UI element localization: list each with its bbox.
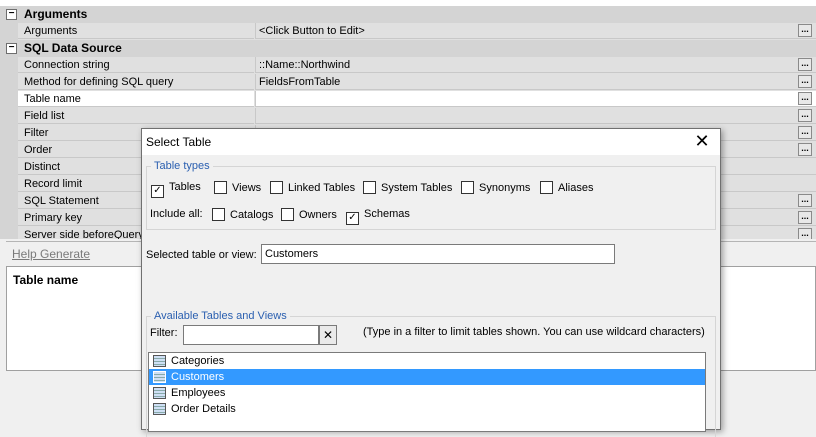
- checkbox-schemas[interactable]: ✓ Schemas: [346, 208, 410, 225]
- table-icon: [153, 387, 166, 399]
- checkbox-label: Synonyms: [479, 182, 531, 194]
- help-generate-link[interactable]: Help Generate: [12, 247, 90, 261]
- table-icon: [153, 355, 166, 367]
- property-row-method[interactable]: Method for defining SQL query FieldsFrom…: [0, 74, 816, 91]
- row-gutter: [0, 57, 18, 74]
- checkbox-label: Linked Tables: [288, 182, 356, 194]
- property-row-arguments[interactable]: Arguments <Click Button to Edit> ...: [0, 23, 816, 40]
- collapse-icon[interactable]: −: [6, 43, 17, 54]
- collapse-icon[interactable]: −: [6, 9, 17, 20]
- row-gutter: [0, 108, 18, 125]
- category-sql-data-source[interactable]: − SQL Data Source: [0, 40, 816, 57]
- list-item[interactable]: Categories: [149, 353, 705, 369]
- ellipsis-button[interactable]: ...: [798, 126, 812, 139]
- checkbox-views[interactable]: Views: [214, 181, 261, 195]
- checkbox-label: Owners: [299, 209, 337, 221]
- property-name: Connection string: [18, 57, 254, 73]
- row-gutter: [0, 210, 18, 227]
- checkbox-synonyms[interactable]: Synonyms: [461, 181, 530, 195]
- list-item-selected[interactable]: Customers: [149, 369, 705, 385]
- checkbox-label: Catalogs: [230, 209, 274, 221]
- include-all-label: Include all:: [150, 208, 203, 220]
- ellipsis-button[interactable]: ...: [798, 109, 812, 122]
- checkbox-label: Tables: [169, 181, 201, 193]
- property-name: Table name: [18, 91, 254, 107]
- row-gutter: [0, 23, 18, 40]
- property-value[interactable]: [255, 91, 816, 107]
- description-title: Table name: [13, 273, 79, 287]
- list-item-label: Order Details: [171, 403, 236, 415]
- filter-input[interactable]: [183, 325, 319, 345]
- selected-table-label: Selected table or view:: [146, 249, 257, 261]
- row-gutter: [0, 227, 18, 239]
- row-gutter: [0, 74, 18, 91]
- filter-hint: (Type in a filter to limit tables shown.…: [363, 326, 705, 338]
- checkbox-owners[interactable]: Owners: [281, 208, 337, 222]
- checkbox-icon[interactable]: [212, 208, 225, 221]
- property-row-field-list[interactable]: Field list ...: [0, 108, 816, 125]
- checkbox-aliases[interactable]: Aliases: [540, 181, 593, 195]
- list-item-label: Employees: [171, 387, 226, 399]
- row-gutter: [0, 193, 18, 210]
- property-name: Method for defining SQL query: [18, 74, 254, 90]
- close-icon[interactable]: ✕: [684, 129, 720, 155]
- list-item[interactable]: Employees: [149, 385, 705, 401]
- checkbox-checked-icon[interactable]: ✓: [151, 185, 164, 198]
- tables-list[interactable]: Categories Customers Employees Order Det…: [148, 352, 706, 432]
- table-types-legend: Table types: [151, 160, 213, 172]
- checkbox-icon[interactable]: [281, 208, 294, 221]
- ellipsis-button[interactable]: ...: [798, 194, 812, 207]
- dialog-title: Select Table: [146, 135, 212, 149]
- select-table-dialog: Select Table ✕ Table types ✓ Tables Views…: [141, 128, 721, 437]
- row-gutter: [0, 125, 18, 142]
- property-value[interactable]: ::Name::Northwind: [255, 57, 816, 73]
- checkbox-icon[interactable]: [461, 181, 474, 194]
- checkbox-icon[interactable]: [363, 181, 376, 194]
- checkbox-label: Aliases: [558, 182, 594, 194]
- checkbox-label: Views: [232, 182, 262, 194]
- table-icon: [153, 371, 166, 383]
- ellipsis-button[interactable]: ...: [798, 24, 812, 37]
- checkbox-icon[interactable]: [270, 181, 283, 194]
- filter-label: Filter:: [150, 327, 178, 339]
- available-tables-legend: Available Tables and Views: [151, 310, 290, 322]
- checkbox-catalogs[interactable]: Catalogs: [212, 208, 273, 222]
- selected-table-input[interactable]: Customers: [261, 244, 615, 264]
- property-row-connection-string[interactable]: Connection string ::Name::Northwind ...: [0, 57, 816, 74]
- ellipsis-button[interactable]: ...: [798, 92, 812, 105]
- checkbox-checked-icon[interactable]: ✓: [346, 212, 359, 225]
- dialog-titlebar[interactable]: Select Table ✕: [142, 129, 720, 155]
- row-gutter: [0, 159, 18, 176]
- clear-filter-icon[interactable]: ✕: [319, 325, 337, 345]
- checkbox-tables[interactable]: ✓ Tables: [151, 181, 201, 198]
- list-item-label: Categories: [171, 355, 225, 367]
- property-value[interactable]: [255, 108, 816, 124]
- checkbox-label: System Tables: [381, 182, 453, 194]
- row-gutter: [0, 176, 18, 193]
- category-arguments[interactable]: − Arguments: [0, 6, 816, 23]
- ellipsis-button[interactable]: ...: [798, 211, 812, 224]
- ellipsis-button[interactable]: ...: [798, 58, 812, 71]
- category-label: Arguments: [24, 7, 88, 21]
- ellipsis-button[interactable]: ...: [798, 228, 812, 239]
- list-item[interactable]: Order Details: [149, 401, 705, 417]
- checkbox-icon[interactable]: [540, 181, 553, 194]
- category-label: SQL Data Source: [24, 41, 122, 55]
- list-item-label: Customers: [171, 371, 225, 383]
- property-value[interactable]: <Click Button to Edit>: [255, 23, 816, 39]
- property-row-table-name[interactable]: Table name ...: [0, 91, 816, 108]
- table-types-group: Table types ✓ Tables Views Linked Tables …: [146, 160, 716, 230]
- property-value[interactable]: FieldsFromTable: [255, 74, 816, 90]
- row-gutter: [0, 91, 18, 108]
- checkbox-system-tables[interactable]: System Tables: [363, 181, 452, 195]
- property-name: Field list: [18, 108, 254, 124]
- ellipsis-button[interactable]: ...: [798, 75, 812, 88]
- table-icon: [153, 403, 166, 415]
- checkbox-icon[interactable]: [214, 181, 227, 194]
- row-gutter: [0, 142, 18, 159]
- checkbox-linked-tables[interactable]: Linked Tables: [270, 181, 355, 195]
- checkbox-label: Schemas: [364, 208, 410, 220]
- ellipsis-button[interactable]: ...: [798, 143, 812, 156]
- property-name: Arguments: [18, 23, 254, 39]
